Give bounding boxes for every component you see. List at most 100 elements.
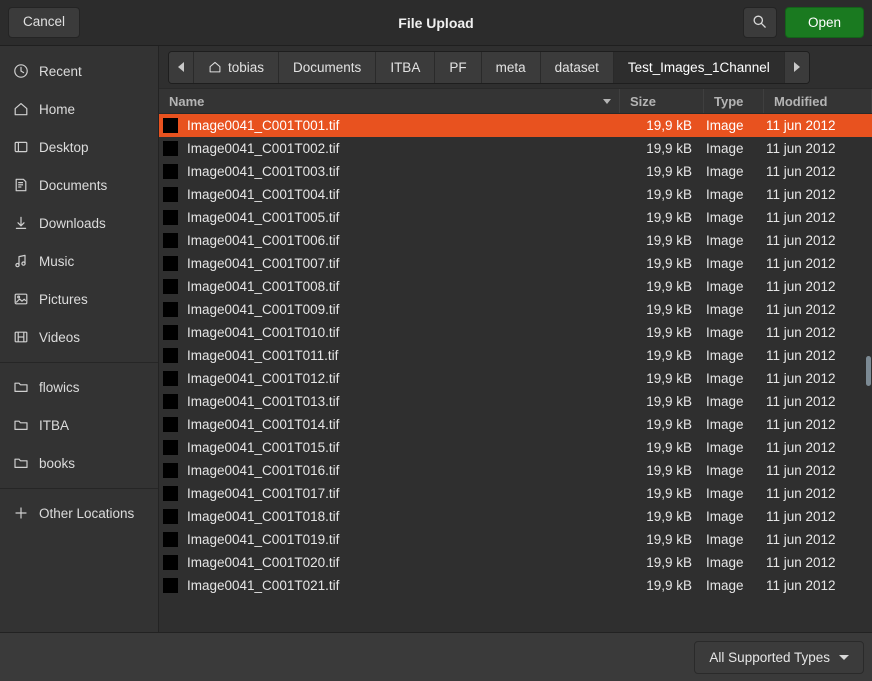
- file-name-cell: Image0041_C001T012.tif: [159, 371, 620, 386]
- breadcrumb-item-tobias[interactable]: tobias: [194, 51, 280, 83]
- table-row[interactable]: Image0041_C001T010.tif 19,9 kB Image 11 jun…: [159, 321, 872, 344]
- sidebar-item-label: Documents: [39, 177, 108, 193]
- header-actions: Open: [742, 7, 864, 38]
- table-row[interactable]: Image0041_C001T016.tif 19,9 kB Image 11 jun…: [159, 459, 872, 482]
- breadcrumb-item-test-images-1channel[interactable]: Test_Images_1Channel: [613, 51, 785, 83]
- sidebar-item-books[interactable]: books: [0, 444, 158, 482]
- file-type-cell: Image: [706, 532, 744, 547]
- sidebar-item-recent[interactable]: Recent: [0, 52, 158, 90]
- table-row[interactable]: Image0041_C001T005.tif 19,9 kB Image 11 jun…: [159, 206, 872, 229]
- sidebar-item-label: ITBA: [39, 417, 70, 433]
- cancel-button[interactable]: Cancel: [8, 7, 81, 38]
- file-size-cell: 19,9 kB: [646, 578, 692, 593]
- sidebar-item-flowics[interactable]: flowics: [0, 368, 158, 406]
- file-size-cell: 19,9 kB: [646, 486, 692, 501]
- file-thumbnail-icon: [163, 279, 178, 294]
- header-bar: Cancel File Upload Open: [0, 0, 872, 46]
- file-name-label: Image0041_C001T007.tif: [187, 256, 340, 271]
- file-modified-cell: 11 jun 2012: [766, 302, 836, 317]
- breadcrumb-item-dataset[interactable]: dataset: [540, 51, 614, 83]
- table-row[interactable]: Image0041_C001T018.tif 19,9 kB Image 11 jun…: [159, 505, 872, 528]
- sidebar-item-videos[interactable]: Videos: [0, 318, 158, 356]
- table-row[interactable]: Image0041_C001T015.tif 19,9 kB Image 11 jun…: [159, 436, 872, 459]
- table-row[interactable]: Image0041_C001T019.tif 19,9 kB Image 11 jun…: [159, 528, 872, 551]
- table-row[interactable]: Image0041_C001T012.tif 19,9 kB Image 11 jun…: [159, 367, 872, 390]
- file-thumbnail-icon: [163, 302, 178, 317]
- sidebar-item-pictures[interactable]: Pictures: [0, 280, 158, 318]
- table-row[interactable]: Image0041_C001T013.tif 19,9 kB Image 11 jun…: [159, 390, 872, 413]
- file-name-cell: Image0041_C001T011.tif: [159, 348, 620, 363]
- scrollbar-thumb[interactable]: [866, 356, 871, 386]
- breadcrumb-item-itba[interactable]: ITBA: [376, 51, 436, 83]
- search-button[interactable]: [742, 7, 777, 38]
- table-row[interactable]: Image0041_C001T007.tif 19,9 kB Image 11 jun…: [159, 252, 872, 275]
- file-thumbnail-icon: [163, 233, 178, 248]
- table-row[interactable]: Image0041_C001T003.tif 19,9 kB Image 11 jun…: [159, 160, 872, 183]
- open-button[interactable]: Open: [784, 7, 864, 38]
- file-thumbnail-icon: [163, 578, 178, 593]
- path-bar-container: tobias Documents ITBA PF meta dataset Te…: [159, 46, 872, 88]
- vertical-scrollbar[interactable]: [866, 232, 871, 632]
- table-row[interactable]: Image0041_C001T004.tif 19,9 kB Image 11 jun…: [159, 183, 872, 206]
- file-type-cell: Image: [706, 348, 744, 363]
- file-modified-cell: 11 jun 2012: [766, 555, 836, 570]
- breadcrumb-item-meta[interactable]: meta: [481, 51, 541, 83]
- column-header-type[interactable]: Type: [704, 89, 764, 113]
- file-size-cell: 19,9 kB: [646, 348, 692, 363]
- file-size-cell: 19,9 kB: [646, 118, 692, 133]
- sidebar-item-downloads[interactable]: Downloads: [0, 204, 158, 242]
- sidebar-item-documents[interactable]: Documents: [0, 166, 158, 204]
- sidebar-divider: [0, 488, 158, 489]
- column-header-size[interactable]: Size: [620, 89, 704, 113]
- file-name-label: Image0041_C001T011.tif: [187, 348, 339, 363]
- file-thumbnail-icon: [163, 486, 178, 501]
- breadcrumb-scroll-right-button[interactable]: [784, 51, 809, 83]
- sidebar-item-music[interactable]: Music: [0, 242, 158, 280]
- file-modified-cell: 11 jun 2012: [766, 164, 836, 179]
- file-thumbnail-icon: [163, 210, 178, 225]
- breadcrumb-label: tobias: [228, 59, 265, 75]
- table-row[interactable]: Image0041_C001T008.tif 19,9 kB Image 11 jun…: [159, 275, 872, 298]
- dialog-title: File Upload: [398, 14, 474, 31]
- file-name-label: Image0041_C001T015.tif: [187, 440, 340, 455]
- sidebar-item-itba[interactable]: ITBA: [0, 406, 158, 444]
- table-row[interactable]: Image0041_C001T020.tif 19,9 kB Image 11 jun…: [159, 551, 872, 574]
- column-header-modified[interactable]: Modified: [764, 89, 872, 113]
- file-size-cell: 19,9 kB: [646, 325, 692, 340]
- file-name-cell: Image0041_C001T006.tif: [159, 233, 620, 248]
- sidebar-item-other-locations[interactable]: Other Locations: [0, 494, 158, 532]
- file-size-cell: 19,9 kB: [646, 164, 692, 179]
- table-row[interactable]: Image0041_C001T017.tif 19,9 kB Image 11 jun…: [159, 482, 872, 505]
- breadcrumb-item-pf[interactable]: PF: [435, 51, 482, 83]
- table-row[interactable]: Image0041_C001T009.tif 19,9 kB Image 11 jun…: [159, 298, 872, 321]
- sidebar-item-label: Home: [39, 101, 76, 117]
- file-modified-cell: 11 jun 2012: [766, 187, 836, 202]
- file-name-cell: Image0041_C001T019.tif: [159, 532, 620, 547]
- breadcrumb-item-documents[interactable]: Documents: [279, 51, 377, 83]
- breadcrumb-scroll-left-button[interactable]: [169, 51, 194, 83]
- file-list[interactable]: Image0041_C001T001.tif 19,9 kB Image 11 jun…: [159, 114, 872, 632]
- caret-down-icon: [839, 654, 849, 660]
- table-row[interactable]: Image0041_C001T011.tif 19,9 kB Image 11 jun…: [159, 344, 872, 367]
- table-row[interactable]: Image0041_C001T021.tif 19,9 kB Image 11 jun…: [159, 574, 872, 597]
- sidebar-item-label: Pictures: [39, 291, 88, 307]
- sidebar-item-label: Videos: [39, 329, 81, 345]
- sidebar-item-desktop[interactable]: Desktop: [0, 128, 158, 166]
- file-upload-dialog: Cancel File Upload Open Recent Home Desk…: [0, 0, 872, 681]
- file-thumbnail-icon: [163, 417, 178, 432]
- table-row[interactable]: Image0041_C001T014.tif 19,9 kB Image 11 jun…: [159, 413, 872, 436]
- file-type-filter-dropdown[interactable]: All Supported Types: [694, 640, 864, 674]
- column-header-name[interactable]: Name: [159, 89, 620, 113]
- table-row[interactable]: Image0041_C001T006.tif 19,9 kB Image 11 jun…: [159, 229, 872, 252]
- table-row[interactable]: Image0041_C001T001.tif 19,9 kB Image 11 jun…: [159, 114, 872, 137]
- file-list-header: Name Size Type Modified: [159, 88, 872, 114]
- file-name-label: Image0041_C001T021.tif: [187, 578, 340, 593]
- breadcrumb-label: meta: [495, 59, 526, 75]
- file-name-cell: Image0041_C001T015.tif: [159, 440, 620, 455]
- file-thumbnail-icon: [163, 371, 178, 386]
- file-name-label: Image0041_C001T012.tif: [187, 371, 340, 386]
- sidebar-item-home[interactable]: Home: [0, 90, 158, 128]
- file-type-cell: Image: [706, 164, 744, 179]
- file-thumbnail-icon: [163, 394, 178, 409]
- table-row[interactable]: Image0041_C001T002.tif 19,9 kB Image 11 jun…: [159, 137, 872, 160]
